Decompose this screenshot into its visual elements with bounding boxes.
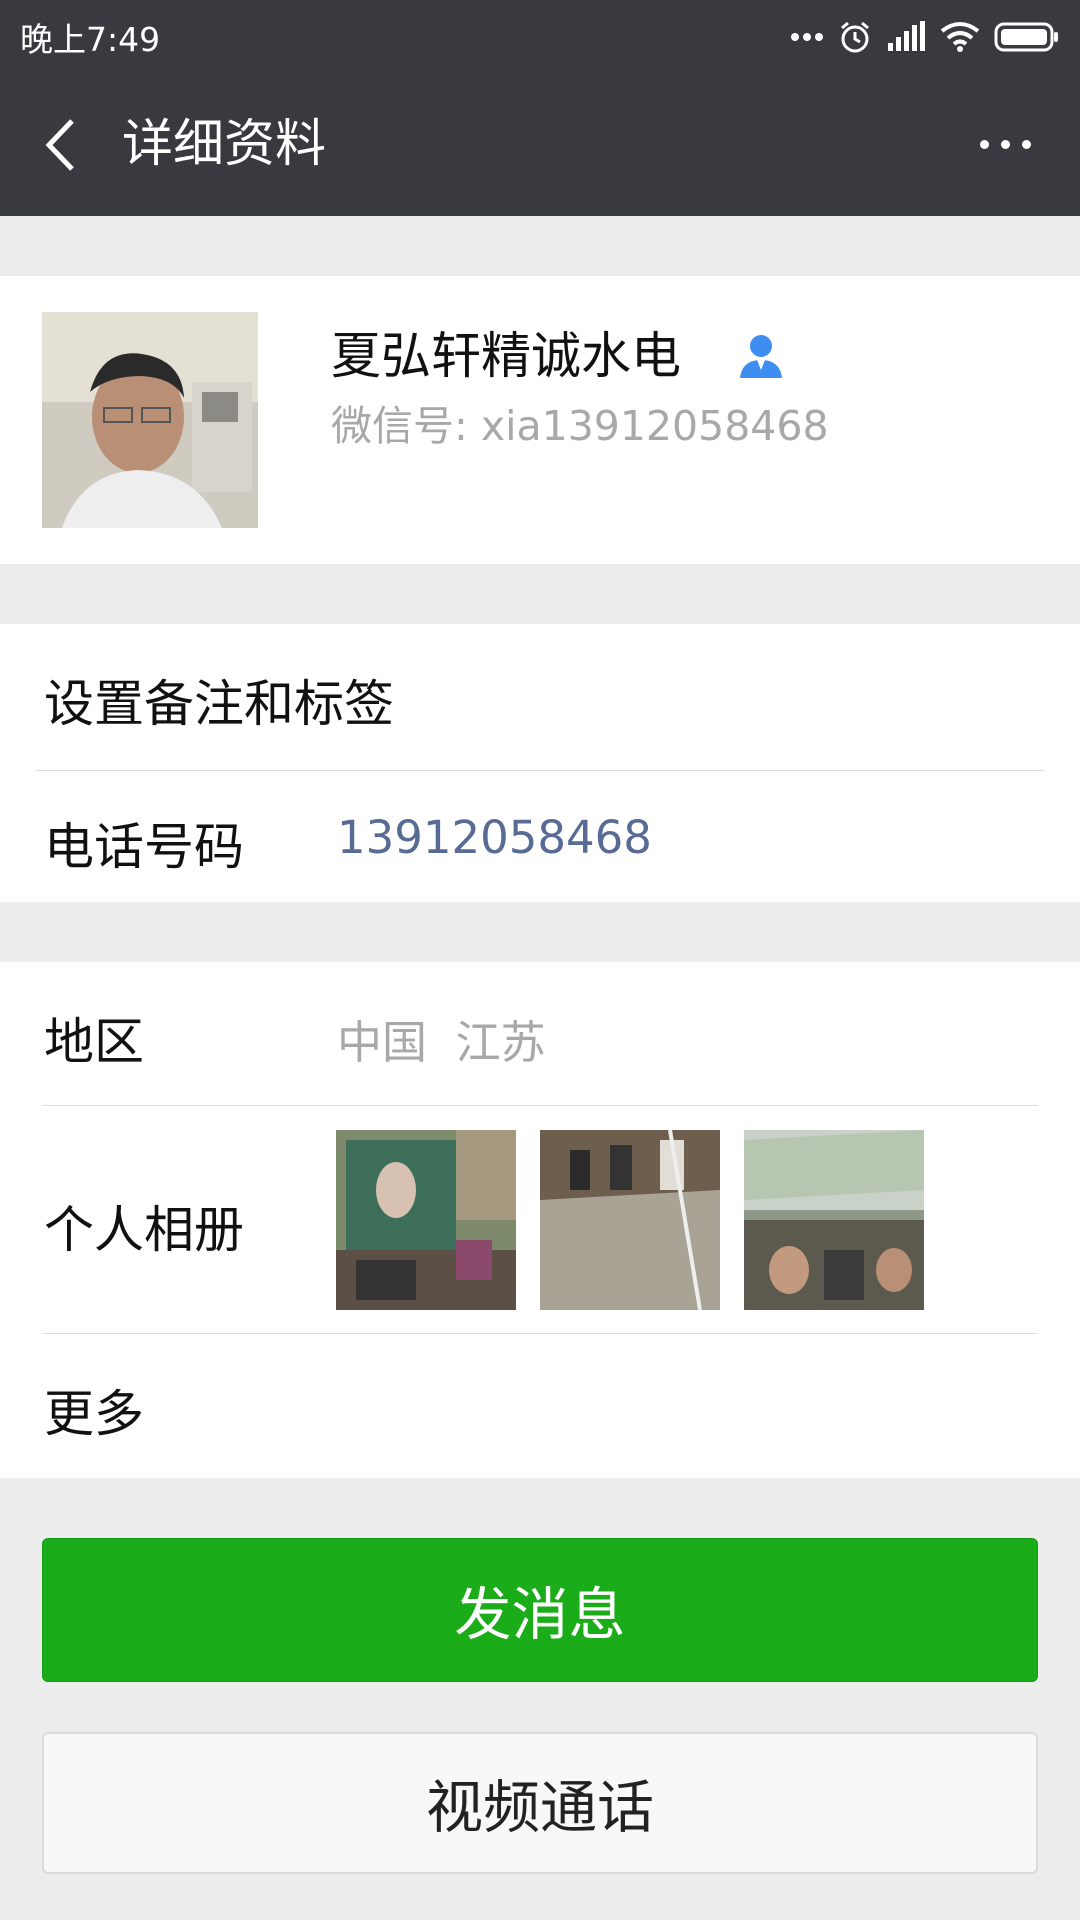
more-dots-icon (791, 33, 823, 41)
album-label: 个人相册 (44, 1201, 244, 1259)
person-icon (740, 335, 782, 378)
more-row[interactable]: 更多 (0, 1334, 1080, 1478)
contact-info-group: 设置备注和标签 电话号码 13912058468 (0, 624, 1080, 902)
phone-label: 电话号码 (44, 818, 244, 876)
details-group: 地区 中国 江苏 个人相册 更多 (0, 962, 1080, 1478)
more-horizontal-icon (1021, 139, 1031, 149)
video-call-button[interactable]: 视频通话 (42, 1732, 1038, 1874)
album-photo[interactable] (744, 1130, 924, 1310)
phone-row: 电话号码 13912058468 (0, 771, 1080, 902)
set-remark-row[interactable]: 设置备注和标签 (0, 624, 1080, 770)
alarm-icon (841, 21, 869, 53)
album-photo[interactable] (336, 1130, 516, 1310)
set-remark-label: 设置备注和标签 (44, 675, 394, 733)
chevron-left-icon (45, 119, 74, 171)
album-photo[interactable] (540, 1130, 720, 1310)
wifi-icon (940, 22, 980, 52)
more-horizontal-icon (979, 139, 989, 149)
status-icons (790, 20, 1060, 54)
region-value: 中国 江苏 (337, 1016, 546, 1069)
more-options-button[interactable] (960, 114, 1050, 174)
avatar[interactable] (42, 312, 258, 528)
region-row: 地区 中国 江苏 (0, 962, 1080, 1105)
wechat-id: 微信号: xia13912058468 (331, 402, 829, 450)
profile-card: 夏弘轩精诚水电 微信号: xia13912058468 (0, 276, 1080, 564)
signal-icon (888, 21, 925, 51)
status-time: 晚上7:49 (20, 20, 161, 59)
page-title: 详细资料 (122, 115, 327, 174)
send-message-button[interactable]: 发消息 (42, 1538, 1038, 1682)
more-horizontal-icon (1000, 139, 1010, 149)
battery-icon (994, 22, 1058, 52)
status-bar: 晚上7:49 (0, 0, 1080, 74)
region-label: 地区 (44, 1013, 144, 1071)
title-bar: 详细资料 (0, 74, 1080, 216)
phone-number-link[interactable]: 13912058468 (337, 811, 652, 864)
more-label: 更多 (44, 1385, 144, 1443)
profile-name: 夏弘轩精诚水电 (331, 327, 681, 385)
back-button[interactable] (30, 110, 90, 180)
